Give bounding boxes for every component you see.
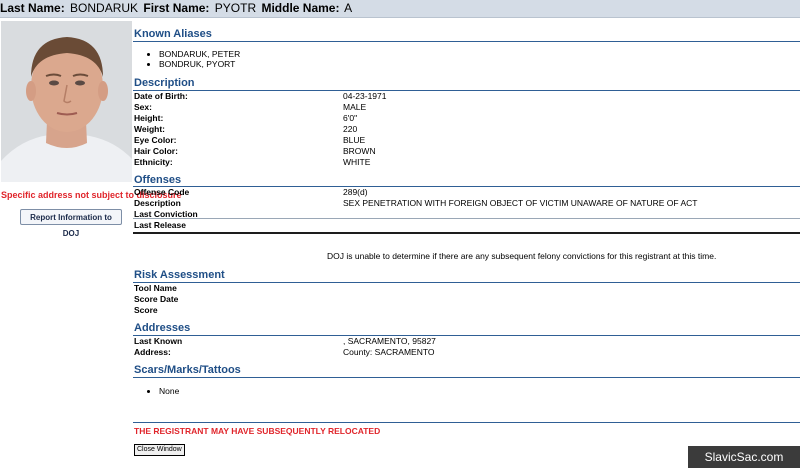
- offense-code-label: Offense Code: [134, 187, 190, 197]
- description-title: Description: [134, 77, 195, 89]
- alias-item: BONDARUK, PETER: [159, 49, 240, 59]
- tool-name-label: Tool Name: [134, 283, 177, 293]
- doj-note: DOJ is unable to determine if there are …: [327, 251, 717, 261]
- watermark: SlavicSac.com: [688, 446, 800, 468]
- close-window-button[interactable]: Close Window: [134, 444, 185, 456]
- alias-item: BONDRUK, PYORT: [159, 59, 240, 69]
- middle-name-value: A: [344, 1, 353, 15]
- scars-list: None: [133, 386, 179, 396]
- address-label: Address:: [134, 347, 171, 357]
- middle-name-label: Middle Name:: [261, 1, 340, 15]
- ethnicity-value: WHITE: [343, 157, 371, 167]
- last-known-label: Last Known: [134, 336, 183, 346]
- offenses-bottom-rule: [133, 232, 800, 234]
- sex-label: Sex:: [134, 102, 152, 112]
- eye-color-label: Eye Color:: [134, 135, 177, 145]
- hair-color-label: Hair Color:: [134, 146, 178, 156]
- relocated-warning: THE REGISTRANT MAY HAVE SUBSEQUENTLY REL…: [134, 426, 381, 436]
- risk-title: Risk Assessment: [134, 269, 225, 281]
- risk-rule: [133, 282, 800, 283]
- height-label: Height:: [134, 113, 164, 123]
- registrant-photo: [1, 21, 132, 182]
- aliases-title: Known Aliases: [134, 28, 212, 40]
- weight-value: 220: [343, 124, 358, 134]
- score-label: Score: [134, 305, 158, 315]
- last-release-label: Last Release: [134, 220, 186, 230]
- last-name-label: Last Name:: [0, 1, 65, 15]
- hair-color-value: BROWN: [343, 146, 376, 156]
- last-name-value: BONDARUK: [70, 1, 139, 15]
- last-known-value: , SACRAMENTO, 95827: [343, 336, 436, 346]
- addresses-rule: [133, 335, 800, 336]
- dob-value: 04-23-1971: [343, 91, 387, 101]
- height-value: 6'0": [343, 113, 358, 123]
- dob-label: Date of Birth:: [134, 91, 188, 101]
- scars-rule: [133, 377, 800, 378]
- aliases-rule: [133, 41, 800, 42]
- offense-divider: [133, 218, 800, 219]
- ethnicity-label: Ethnicity:: [134, 157, 173, 167]
- offense-code-value: 289(d): [343, 187, 368, 197]
- description-rule: [133, 90, 800, 91]
- name-header-bar: Last Name: BONDARUK First Name: PYOTR Mi…: [0, 0, 800, 18]
- report-to-doj-button[interactable]: Report Information to DOJ: [20, 209, 122, 238]
- footer-rule: [133, 422, 800, 423]
- offenses-rule: [133, 186, 800, 187]
- eye-color-value: BLUE: [343, 135, 366, 145]
- offenses-title: Offenses: [134, 174, 182, 186]
- sex-value: MALE: [343, 102, 367, 112]
- address-value: County: SACRAMENTO: [343, 347, 435, 357]
- first-name-value: PYOTR: [214, 1, 257, 15]
- first-name-label: First Name:: [143, 1, 210, 15]
- offense-description-label: Description: [134, 198, 181, 208]
- addresses-title: Addresses: [134, 322, 191, 334]
- alias-list: BONDARUK, PETER BONDRUK, PYORT: [133, 49, 240, 69]
- score-date-label: Score Date: [134, 294, 179, 304]
- scars-item: None: [159, 386, 179, 396]
- offense-description-value: SEX PENETRATION WITH FOREIGN OBJECT OF V…: [343, 198, 698, 208]
- scars-title: Scars/Marks/Tattoos: [134, 364, 241, 376]
- weight-label: Weight:: [134, 124, 166, 134]
